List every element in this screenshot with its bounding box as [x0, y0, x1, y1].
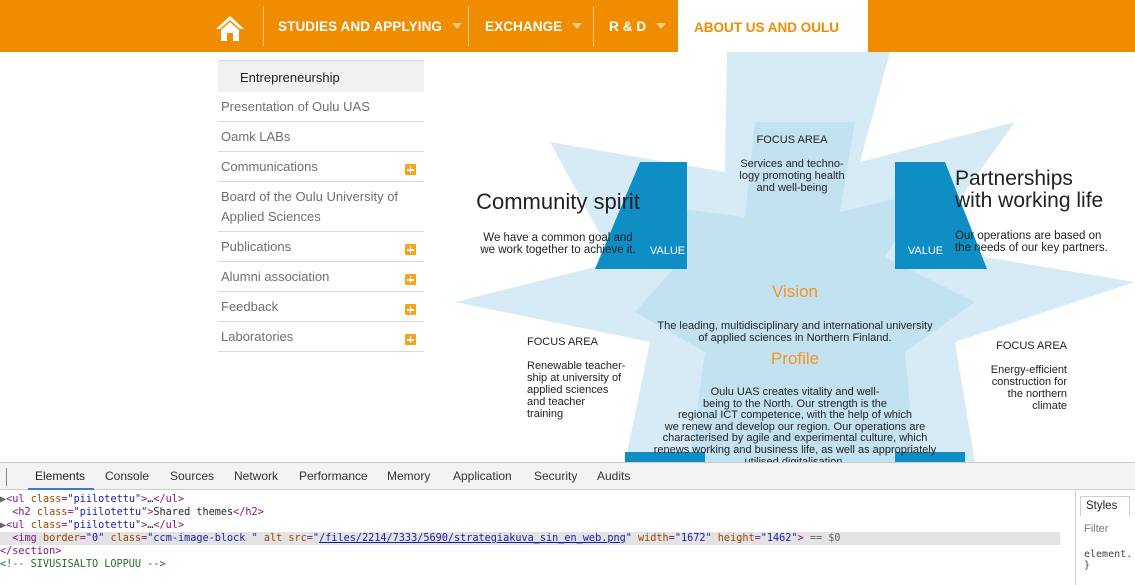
profile-block: Profile Oulu UAS creates vitality and we… [625, 331, 965, 462]
submenu-item-feedback[interactable]: Feedback [218, 292, 424, 322]
submenu-item-alumni[interactable]: Alumni association [218, 262, 424, 292]
focus-area-label: FOCUS AREA [996, 340, 1067, 352]
nav-divider [593, 6, 594, 46]
submenu-item-publications[interactable]: Publications [218, 232, 424, 262]
tab-security[interactable]: Security [534, 469, 577, 483]
community-spirit-title: Community spirit [476, 189, 640, 214]
tab-console[interactable]: Console [105, 469, 149, 483]
focus-area-text: Renewable teacher- ship at university of… [527, 360, 626, 420]
styles-filter-input[interactable]: Filter [1084, 523, 1108, 535]
expand-plus-icon[interactable] [405, 244, 416, 255]
element-selector: element. [1084, 549, 1133, 560]
value-label-left: VALUE [649, 245, 686, 257]
attr-value: ccm-image-block [153, 533, 252, 544]
nav-label: EXCHANGE [485, 18, 563, 34]
attr-value: piilotettu [79, 507, 142, 518]
dom-node-comment[interactable]: <!-- SIVUSISALTO LOPPUU --> [0, 558, 166, 571]
submenu-item-presentation[interactable]: Presentation of Oulu UAS [218, 92, 424, 122]
h2-text: Shared themes [153, 507, 234, 518]
nav-divider [263, 6, 264, 46]
partnerships-block: Partnerships with working life Our opera… [955, 150, 1135, 272]
nav-label: STUDIES AND APPLYING [278, 18, 443, 34]
attr-value: 1462 [766, 533, 792, 544]
focus-area-text: Services and techno- logy promoting heal… [739, 158, 845, 194]
dom-tree: ▶<ul class="piilotettu">…</ul> <h2 class… [0, 491, 1060, 585]
top-focus-area: FOCUS AREA Services and techno- logy pro… [717, 122, 867, 206]
submenu-item-board[interactable]: Board of the Oulu University of Applied … [218, 182, 424, 232]
tab-elements[interactable]: Elements [35, 469, 85, 483]
styles-pane: Styles Filter element. } [1075, 491, 1135, 585]
tab-sources[interactable]: Sources [170, 469, 214, 483]
partnerships-title: Partnerships with working life [955, 167, 1104, 212]
submenu-item-entrepreneurship[interactable]: Entrepreneurship [218, 60, 424, 92]
submenu-item-label: Publications [221, 239, 292, 254]
nav-studies-and-applying[interactable]: STUDIES AND APPLYING [278, 0, 463, 52]
submenu-item-label: Laboratories [221, 329, 294, 344]
tab-application[interactable]: Application [453, 469, 512, 483]
community-spirit-text: We have a common goal and we work togeth… [480, 232, 636, 256]
selected-marker: == $0 [803, 533, 841, 544]
strategy-image: FOCUS AREA Services and techno- logy pro… [455, 52, 1135, 462]
devtools-panel: Elements Console Sources Network Perform… [0, 462, 1135, 585]
focus-area-label: FOCUS AREA [756, 134, 828, 146]
submenu-item-label: Communications [221, 159, 318, 174]
top-navigation-bar: STUDIES AND APPLYING EXCHANGE R & D ABOU… [0, 0, 1135, 58]
html-comment: <!-- SIVUSISALTO LOPPUU --> [0, 559, 166, 570]
dom-node-ul[interactable]: ▶<ul class="piilotettu">…</ul> [0, 519, 184, 532]
dom-node-h2[interactable]: <h2 class="piilotettu">Shared themes</h2… [0, 506, 264, 519]
submenu-item-label: Alumni association [221, 269, 330, 284]
community-spirit-block: Community spirit We have a common goal a… [463, 172, 653, 274]
submenu-item-communications[interactable]: Communications [218, 152, 424, 182]
attr-value: piilotettu [73, 520, 135, 531]
expand-plus-icon[interactable] [405, 164, 416, 175]
partnerships-text: Our operations are based on the needs of… [955, 230, 1108, 254]
nav-r-and-d[interactable]: R & D [609, 0, 667, 52]
active-tab-indicator [28, 488, 94, 490]
nav-exchange[interactable]: EXCHANGE [485, 0, 583, 52]
chevron-down-icon [452, 23, 463, 29]
home-icon[interactable] [207, 8, 253, 48]
profile-text: Oulu UAS creates vitality and well- bein… [653, 386, 937, 462]
tab-network[interactable]: Network [234, 469, 278, 483]
attr-value: 1672 [680, 533, 706, 544]
submenu-item-label: Entrepreneurship [240, 70, 340, 85]
dom-node-img-selected[interactable]: <img border="0" class="ccm-image-block "… [0, 532, 1060, 545]
dom-node-section-close[interactable]: </section> [0, 545, 61, 558]
left-focus-area: FOCUS AREA Renewable teacher- ship at un… [527, 324, 639, 432]
expand-plus-icon[interactable] [405, 334, 416, 345]
tab-performance[interactable]: Performance [299, 469, 368, 483]
tab-audits[interactable]: Audits [597, 469, 630, 483]
tab-memory[interactable]: Memory [387, 469, 430, 483]
tab-styles[interactable]: Styles [1080, 496, 1130, 516]
devtools-tab-bar: Elements Console Sources Network Perform… [0, 463, 1135, 490]
nav-label: R & D [609, 18, 647, 34]
vision-title: Vision [772, 282, 818, 301]
expand-plus-icon[interactable] [405, 274, 416, 285]
focus-area-label: FOCUS AREA [527, 336, 598, 348]
attr-value: piilotettu [73, 494, 135, 505]
element-style-rule: element. } [1084, 549, 1132, 571]
submenu-item-laboratories[interactable]: Laboratories [218, 322, 424, 352]
submenu-item-label: Board of the Oulu University of Applied … [221, 189, 399, 224]
submenu-item-oamk-labs[interactable]: Oamk LABs [218, 122, 424, 152]
attr-value: 0 [92, 533, 99, 544]
chevron-down-icon [572, 23, 583, 29]
profile-title: Profile [770, 349, 820, 368]
submenu-item-label: Feedback [221, 299, 279, 314]
submenu-item-label: Oamk LABs [221, 129, 291, 144]
nav-active-label: ABOUT US AND OULU [694, 20, 839, 35]
expand-plus-icon[interactable] [405, 304, 416, 315]
chevron-down-icon [656, 23, 667, 29]
submenu-item-label: Presentation of Oulu UAS [221, 99, 370, 114]
value-label-right: VALUE [907, 245, 944, 257]
right-focus-area: FOCUS AREA Energy-efficient construction… [967, 328, 1067, 424]
focus-area-text: Energy-efficient construction for the no… [990, 364, 1067, 412]
devtools-divider [6, 468, 7, 486]
nav-about-us-and-oulu[interactable]: ABOUT US AND OULU [678, 0, 868, 58]
img-src-link[interactable]: /files/2214/7333/5690/strategiakuva_sin_… [319, 533, 626, 544]
nav-divider [468, 6, 469, 46]
dom-node-ul[interactable]: ▶<ul class="piilotettu">…</ul> [0, 493, 184, 506]
rule-close-brace: } [1084, 560, 1091, 571]
close-tag: </section> [0, 546, 62, 557]
